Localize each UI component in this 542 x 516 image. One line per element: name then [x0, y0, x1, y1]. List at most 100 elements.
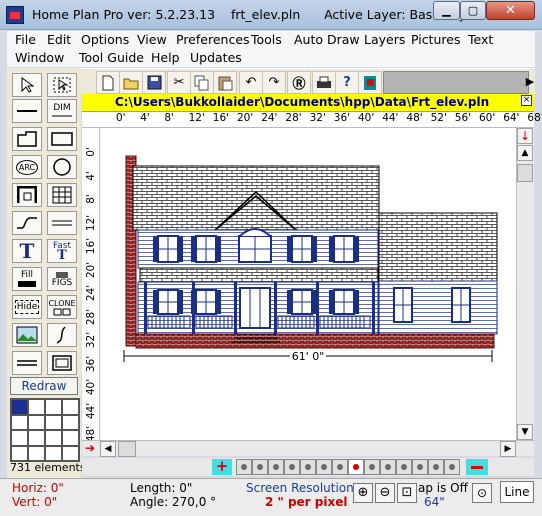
line-mode-button[interactable]: Line [500, 481, 534, 503]
new-file-icon[interactable] [96, 71, 120, 94]
wall-tool-icon[interactable] [12, 183, 42, 207]
scroll-up-icon[interactable]: ▲ [517, 145, 533, 161]
scroll-left-icon[interactable]: ◀ [100, 441, 116, 457]
remove-layer-icon[interactable] [466, 459, 488, 475]
layer-dot[interactable] [444, 459, 460, 475]
layer-dot[interactable] [284, 459, 300, 475]
layer-dot[interactable] [364, 459, 380, 475]
dimension-tool[interactable]: DIM [47, 99, 77, 123]
menu-pictures[interactable]: Pictures [411, 32, 461, 47]
layer-dot[interactable] [252, 459, 268, 475]
registered-icon[interactable]: Ⓡ [287, 71, 311, 94]
figures-tool[interactable]: FIGS [47, 267, 77, 291]
menu-help[interactable]: Help [151, 50, 180, 65]
picture-tool-icon[interactable] [12, 323, 42, 347]
layer-dot[interactable] [412, 459, 428, 475]
swatch[interactable] [28, 414, 45, 430]
vertical-scroll-thumb[interactable] [517, 164, 533, 182]
scroll-right-icon[interactable]: ▶ [500, 441, 516, 457]
menu-layers[interactable]: Layers [364, 32, 405, 47]
menu-tools[interactable]: Tools [251, 32, 282, 47]
print-icon[interactable] [312, 71, 336, 94]
app-icon[interactable] [6, 6, 24, 24]
menu-edit[interactable]: Edit [47, 32, 71, 47]
save-icon[interactable] [142, 71, 166, 94]
paste-icon[interactable] [213, 71, 237, 94]
select-area-icon[interactable] [47, 73, 77, 97]
swatch[interactable] [45, 430, 62, 446]
layer-dot[interactable] [428, 459, 444, 475]
swatch[interactable] [62, 430, 79, 446]
zoom-out-icon[interactable]: ⊖ [375, 483, 395, 503]
menu-window[interactable]: Window [15, 50, 64, 65]
select-arrow-icon[interactable] [12, 73, 42, 97]
color-swatch-grid[interactable] [10, 398, 80, 462]
swatch[interactable] [28, 399, 45, 415]
text-tool[interactable]: T [12, 239, 42, 263]
swatch[interactable] [28, 430, 45, 446]
layer-dot[interactable] [268, 459, 284, 475]
layer-dot[interactable] [300, 459, 316, 475]
freehand-tool-icon[interactable] [47, 323, 77, 347]
line-tool-icon[interactable] [12, 99, 42, 123]
hide-tool[interactable]: Hide [12, 295, 42, 319]
maximize-button[interactable]: ▢ [460, 1, 486, 20]
horizontal-scroll-thumb[interactable] [118, 441, 136, 457]
layer-dot[interactable] [396, 459, 412, 475]
layer-dot[interactable] [316, 459, 332, 475]
arc-tool[interactable]: ARC [12, 155, 42, 179]
layer-dot[interactable] [236, 459, 252, 475]
menu-text[interactable]: Text [468, 32, 493, 47]
minimize-button[interactable]: ▁ [433, 1, 460, 20]
clone-tool[interactable]: CLONE [47, 295, 77, 319]
grid-tool-icon[interactable] [47, 183, 77, 207]
circle-tool-icon[interactable] [47, 155, 77, 179]
undo-icon[interactable]: ↶ [239, 71, 263, 94]
double-line-tool-icon[interactable] [47, 211, 77, 235]
redo-icon[interactable]: ↷ [262, 71, 286, 94]
toolbar-scroll-right-icon[interactable]: ▶ [525, 71, 535, 92]
close-button[interactable]: ✕ [486, 1, 535, 20]
fast-text-tool[interactable]: Fast T [47, 239, 77, 263]
redraw-button[interactable]: Redraw [10, 377, 78, 395]
swatch[interactable] [11, 414, 28, 430]
scroll-down-icon[interactable]: ▼ [517, 424, 533, 440]
swatch[interactable] [45, 445, 62, 461]
horizontal-scrollbar[interactable]: ➔ ◀ ▶ [82, 440, 534, 457]
menu-tool-guide[interactable]: Tool Guide [79, 50, 144, 65]
swatch[interactable] [28, 445, 45, 461]
layer-dot[interactable] [332, 459, 348, 475]
add-layer-icon[interactable]: + [212, 459, 232, 475]
swatch[interactable] [45, 399, 62, 415]
menu-view[interactable]: View [137, 32, 167, 47]
layer-dot-active[interactable] [348, 459, 364, 475]
swatch[interactable] [11, 445, 28, 461]
wall-line-tool-icon[interactable] [12, 351, 42, 375]
help-icon[interactable]: ? [335, 71, 359, 94]
swatch-selected[interactable] [11, 399, 28, 415]
menu-preferences[interactable]: Preferences [176, 32, 250, 47]
vertical-scrollbar[interactable]: ↓ ▲ ▼ [516, 128, 534, 440]
swatch[interactable] [45, 414, 62, 430]
zoom-window-icon[interactable]: ⊙ [472, 483, 492, 503]
menu-options[interactable]: Options [81, 32, 129, 47]
copy-icon[interactable] [190, 71, 214, 94]
swatch[interactable] [62, 414, 79, 430]
swatch[interactable] [11, 430, 28, 446]
red-right-arrow-icon[interactable]: ➔ [82, 441, 98, 457]
rectangle-tool-icon[interactable] [47, 127, 77, 151]
menu-auto-draw[interactable]: Auto Draw [294, 32, 360, 47]
swatch[interactable] [62, 445, 79, 461]
cut-icon[interactable]: ✂ [167, 71, 191, 94]
curve-tool-icon[interactable] [12, 211, 42, 235]
box-tool-icon[interactable] [47, 351, 77, 375]
menu-updates[interactable]: Updates [190, 50, 242, 65]
room-tool-icon[interactable] [12, 127, 42, 151]
path-close-icon[interactable]: × [521, 95, 532, 106]
red-down-arrow-icon[interactable]: ↓ [517, 128, 533, 144]
swatch[interactable] [62, 399, 79, 415]
layer-dot[interactable] [380, 459, 396, 475]
zoom-fit-icon[interactable]: ⊡ [397, 483, 417, 503]
fill-tool[interactable]: Fill [12, 267, 42, 291]
open-folder-icon[interactable] [119, 71, 143, 94]
